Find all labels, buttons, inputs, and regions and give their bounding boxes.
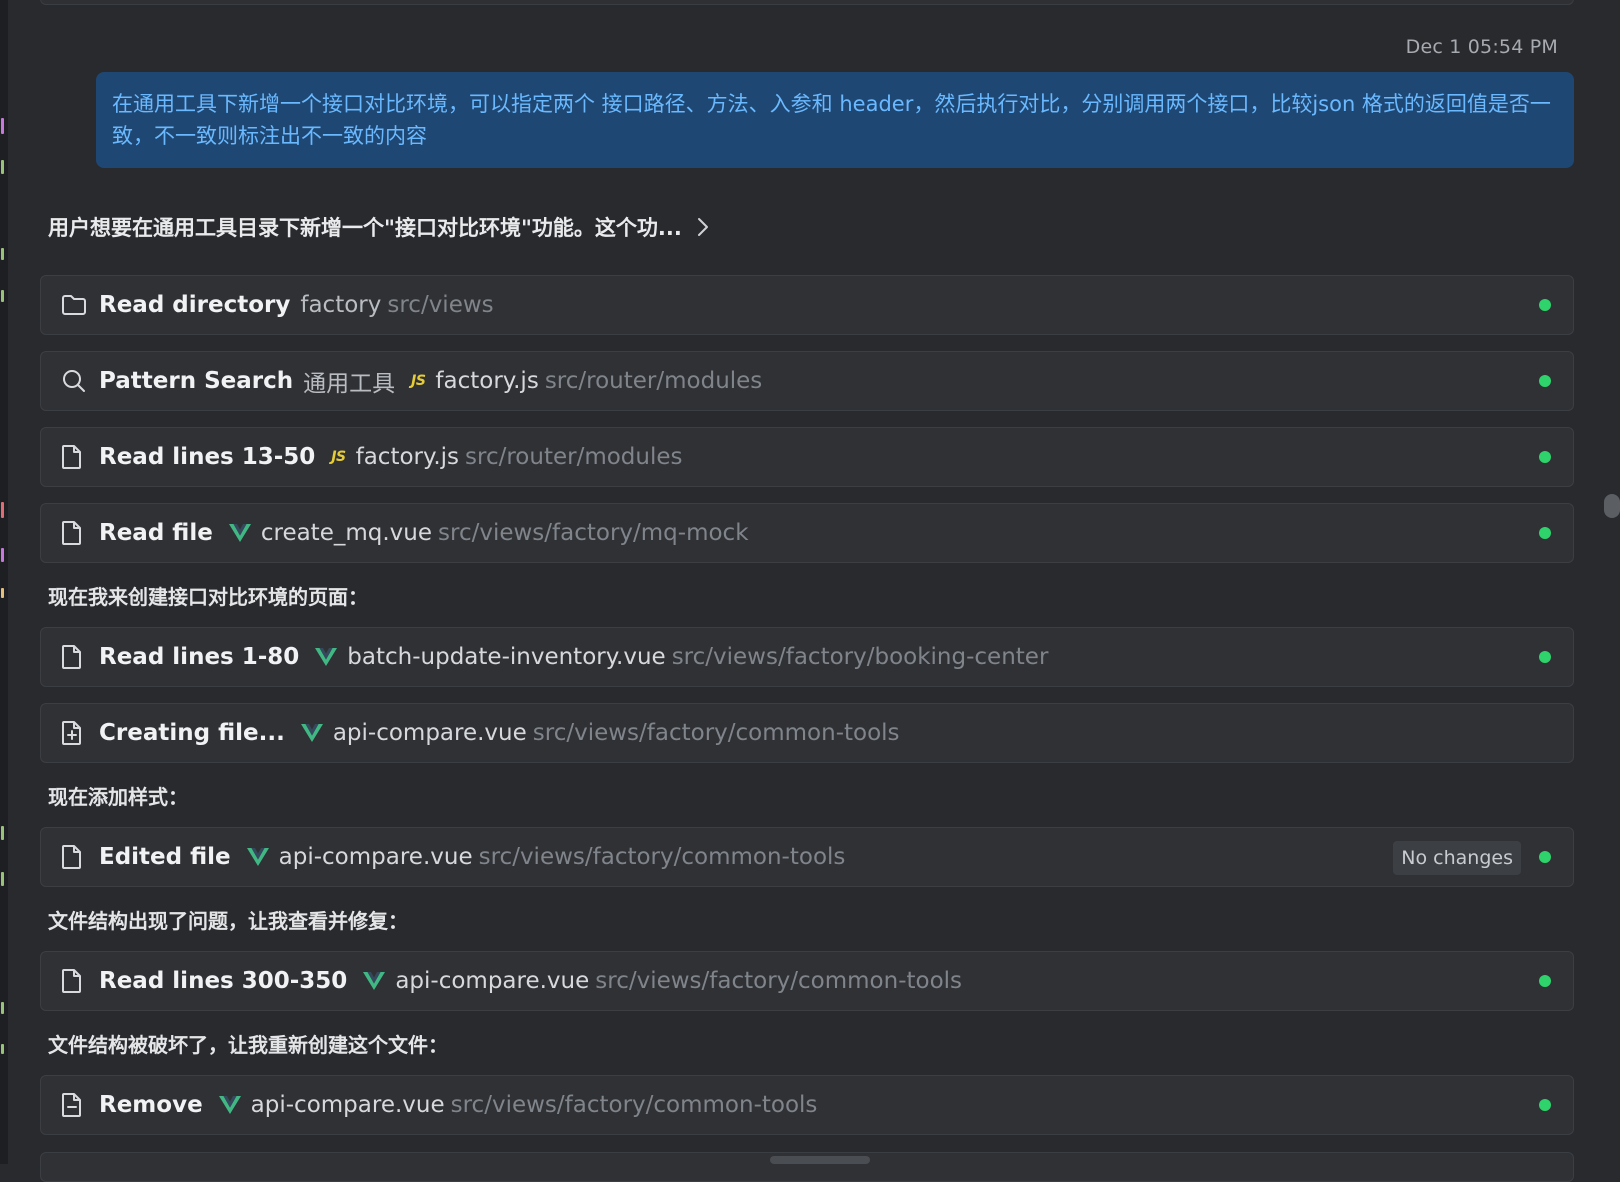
file-name[interactable]: api-compare.vue	[251, 1092, 445, 1118]
tool-argument: 通用工具	[303, 371, 396, 397]
status-dot	[1539, 851, 1551, 863]
vue-icon	[363, 971, 386, 991]
file-path: src/router/modules	[544, 368, 763, 394]
file-path: src/views/factory/booking-center	[671, 644, 1049, 670]
tool-action-label: Pattern Search	[99, 368, 294, 394]
file-plus-icon	[61, 718, 95, 748]
gutter-marker	[1, 118, 4, 134]
file-path: src/views/factory/common-tools	[478, 844, 846, 870]
file-icon	[61, 966, 95, 996]
file-icon	[61, 442, 95, 472]
horizontal-scrollbar[interactable]	[770, 1156, 870, 1164]
file-icon	[61, 518, 95, 548]
file-path: src/router/modules	[465, 444, 683, 470]
tool-action-label: Read lines 13-50	[99, 444, 316, 470]
status-dot	[1539, 527, 1551, 539]
gutter-marker	[1, 290, 4, 302]
assistant-narration: 文件结构出现了问题，让我查看并修复：	[48, 909, 408, 933]
tool-argument: factory	[300, 292, 382, 318]
tool-action-label: Remove	[99, 1092, 203, 1118]
file-name[interactable]: api-compare.vue	[333, 720, 527, 746]
status-dot	[1539, 1099, 1551, 1111]
chevron-right-icon[interactable]	[696, 216, 710, 238]
file-path: src/views/factory/common-tools	[532, 720, 900, 746]
file-name[interactable]: api-compare.vue	[395, 968, 589, 994]
status-dot	[1539, 299, 1551, 311]
gutter-marker	[1, 826, 4, 840]
file-name[interactable]: factory.js	[435, 368, 538, 394]
tool-call-read-lines[interactable]: Read lines 300-350 api-compare.vue src/v…	[40, 951, 1574, 1011]
gutter-marker	[1, 548, 4, 562]
thinking-summary-text: 用户想要在通用工具目录下新增一个"接口对比环境"功能。这个功...	[48, 216, 682, 240]
folder-icon	[61, 290, 95, 320]
vertical-scrollbar[interactable]	[1604, 494, 1620, 518]
tool-action-label: Read directory	[99, 292, 291, 318]
tool-call-edited-file[interactable]: Edited file api-compare.vue src/views/fa…	[40, 827, 1574, 887]
file-name[interactable]: create_mq.vue	[261, 520, 432, 546]
gutter-marker	[1, 1002, 4, 1014]
tool-action-label: Read file	[99, 520, 213, 546]
search-icon	[61, 366, 95, 396]
status-dot	[1539, 975, 1551, 987]
editor-gutter	[0, 0, 8, 1164]
assistant-narration: 现在我来创建接口对比环境的页面：	[48, 585, 368, 609]
file-path: src/views/factory/common-tools	[450, 1092, 818, 1118]
js-icon: JS	[411, 373, 426, 389]
vue-icon	[228, 523, 251, 543]
file-path: src/views/factory/mq-mock	[438, 520, 749, 546]
vue-icon	[218, 1095, 241, 1115]
assistant-narration: 文件结构被破坏了，让我重新创建这个文件：	[48, 1033, 448, 1057]
previous-card-edge	[40, 0, 1574, 5]
tool-action-label: Edited file	[99, 844, 231, 870]
file-minus-icon	[61, 1090, 95, 1120]
gutter-marker	[1, 588, 4, 598]
assistant-narration: 现在添加样式：	[48, 785, 188, 809]
tool-call-remove[interactable]: Remove api-compare.vue src/views/factory…	[40, 1075, 1574, 1135]
file-name[interactable]: batch-update-inventory.vue	[347, 644, 665, 670]
gutter-marker	[1, 502, 4, 518]
file-name[interactable]: api-compare.vue	[279, 844, 473, 870]
tool-call-pattern-search[interactable]: Pattern Search 通用工具 JS factory.js src/ro…	[40, 351, 1574, 411]
user-message-bubble[interactable]: 在通用工具下新增一个接口对比环境，可以指定两个 接口路径、方法、入参和 head…	[96, 72, 1574, 168]
thinking-summary[interactable]: 用户想要在通用工具目录下新增一个"接口对比环境"功能。这个功...	[48, 210, 710, 244]
gutter-marker	[1, 160, 4, 174]
gutter-marker	[1, 1044, 4, 1054]
file-name[interactable]: factory.js	[356, 444, 459, 470]
gutter-marker	[1, 872, 4, 886]
tool-call-read-lines[interactable]: Read lines 13-50 JS factory.js src/route…	[40, 427, 1574, 487]
status-dot	[1539, 451, 1551, 463]
file-path: src/views/factory/common-tools	[595, 968, 963, 994]
tool-action-label: Read lines 1-80	[99, 644, 300, 670]
file-icon	[61, 842, 95, 872]
gutter-marker	[1, 248, 4, 260]
file-icon	[61, 642, 95, 672]
tool-call-read-lines[interactable]: Read lines 1-80 batch-update-inventory.v…	[40, 627, 1574, 687]
tool-action-label: Creating file...	[99, 720, 285, 746]
vue-icon	[300, 723, 323, 743]
tool-call-read-directory[interactable]: Read directory factory src/views	[40, 275, 1574, 335]
file-path: src/views	[387, 292, 494, 318]
tool-action-label: Read lines 300-350	[99, 968, 348, 994]
tool-call-creating-file[interactable]: Creating file... api-compare.vue src/vie…	[40, 703, 1574, 763]
status-dot	[1539, 651, 1551, 663]
vue-icon	[246, 847, 269, 867]
tool-call-read-file[interactable]: Read file create_mq.vue src/views/factor…	[40, 503, 1574, 563]
message-timestamp: Dec 1 05:54 PM	[1405, 36, 1558, 58]
no-changes-badge: No changes	[1393, 841, 1521, 875]
js-icon: JS	[331, 449, 346, 465]
status-dot	[1539, 375, 1551, 387]
vue-icon	[315, 647, 338, 667]
